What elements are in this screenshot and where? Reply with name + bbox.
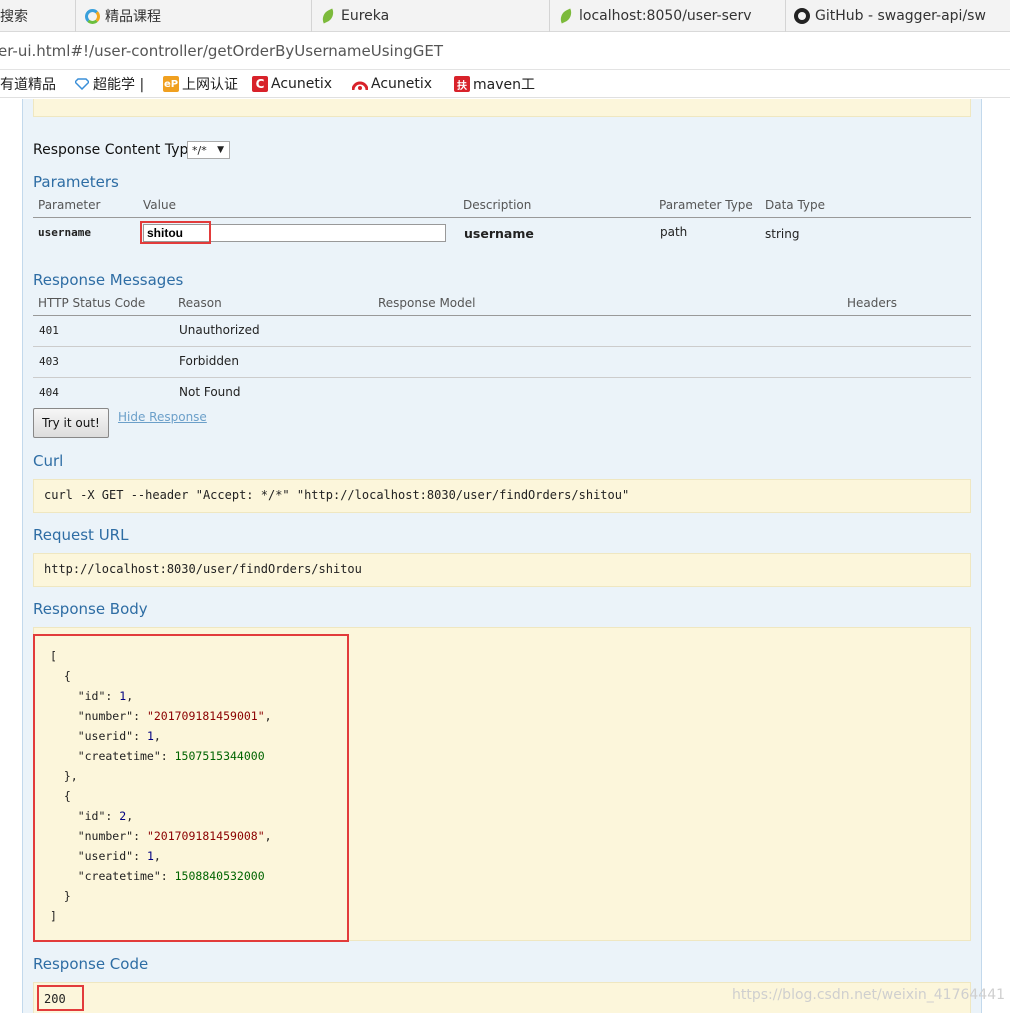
bookmark-label: Acunetix — [271, 76, 333, 92]
bookmark-label: maven工 — [473, 77, 535, 93]
github-icon — [794, 8, 810, 24]
status-reason: Not Found — [179, 385, 241, 399]
bookmarks-bar: 有道精品 超能学 | eP 上网认证 C Acunetix Acunetix 扶… — [0, 70, 1010, 98]
response-body-heading: Response Body — [33, 600, 148, 618]
browser-tab-github[interactable]: GitHub - swagger-api/sw — [786, 0, 1010, 32]
spinner-icon — [84, 8, 100, 24]
tab-label: 搜索 — [0, 9, 28, 25]
col-data-type: Data Type — [765, 198, 826, 212]
request-url-box: http://localhost:8030/user/findOrders/sh… — [33, 553, 971, 587]
status-reason: Unauthorized — [179, 323, 260, 337]
request-url-value: http://localhost:8030/user/findOrders/sh… — [44, 562, 362, 576]
leaf-icon — [557, 8, 575, 24]
bookmark-youdao[interactable]: 有道精品 — [0, 70, 56, 98]
col-http-status: HTTP Status Code — [38, 296, 146, 310]
table-divider — [33, 217, 971, 218]
acunetix-logo-icon — [352, 76, 368, 92]
dropdown-arrow-icon: ▼ — [217, 145, 224, 155]
col-value: Value — [143, 198, 176, 212]
parameters-heading: Parameters — [33, 173, 119, 191]
acunetix-icon: C — [252, 76, 268, 92]
col-parameter: Parameter — [38, 198, 101, 212]
col-parameter-type: Parameter Type — [659, 198, 753, 212]
col-response-model: Response Model — [378, 296, 476, 310]
tab-label: localhost:8050/user-serv — [579, 8, 752, 24]
address-bar[interactable]: er-ui.html#!/user-controller/getOrderByU… — [0, 32, 1010, 70]
model-schema-box — [33, 99, 971, 117]
watermark-text: https://blog.csdn.net/weixin_41764441 — [732, 987, 1006, 1003]
leaf-icon — [319, 8, 337, 24]
response-content-type-select[interactable]: */* ▼ — [187, 141, 230, 159]
hide-response-link[interactable]: Hide Response — [118, 410, 207, 424]
tab-label: 精品课程 — [105, 9, 161, 25]
curl-heading: Curl — [33, 452, 64, 470]
tab-label: Eureka — [341, 8, 390, 24]
status-code: 403 — [39, 355, 59, 368]
bookmark-maven[interactable]: 扶 maven工 — [454, 70, 535, 98]
browser-tab-strip: 搜索 精品课程 Eureka localhost:8050/user-serv … — [0, 0, 1010, 32]
bookmark-chaonengxue[interactable]: 超能学 | — [74, 70, 144, 98]
status-code: 401 — [39, 324, 59, 337]
response-content-type-label: Response Content Type — [33, 142, 197, 158]
col-headers: Headers — [847, 296, 897, 310]
col-reason: Reason — [178, 296, 222, 310]
param-data-type: string — [765, 227, 800, 241]
tab-label: GitHub - swagger-api/sw — [815, 8, 986, 24]
bookmark-acunetix-2[interactable]: Acunetix — [352, 70, 432, 98]
ep-badge-icon: eP — [163, 76, 179, 92]
request-url-heading: Request URL — [33, 526, 129, 544]
select-value: */* — [192, 143, 207, 157]
swagger-page: Response Content Type */* ▼ Parameters P… — [0, 99, 1010, 1013]
highlight-box — [37, 985, 84, 1011]
table-divider — [33, 315, 971, 316]
col-description: Description — [463, 198, 532, 212]
browser-tab-eureka[interactable]: Eureka — [312, 0, 550, 32]
bookmark-network-auth[interactable]: eP 上网认证 — [163, 70, 238, 98]
diamond-icon — [74, 76, 90, 92]
bookmark-label: Acunetix — [371, 76, 433, 92]
row-divider — [33, 377, 971, 378]
param-description: username — [464, 226, 534, 241]
browser-tab-courses[interactable]: 精品课程 — [76, 0, 312, 32]
browser-tab-localhost[interactable]: localhost:8050/user-serv — [550, 0, 786, 32]
bookmark-label: 有道精品 — [0, 77, 56, 93]
try-it-out-button[interactable]: Try it out! — [33, 408, 109, 438]
bookmark-label: 超能学 | — [93, 77, 145, 93]
browser-tab-search[interactable]: 搜索 — [0, 0, 76, 32]
address-url[interactable]: er-ui.html#!/user-controller/getOrderByU… — [0, 42, 443, 60]
param-type: path — [660, 225, 688, 239]
status-code: 404 — [39, 386, 59, 399]
bookmark-label: 上网认证 — [182, 77, 238, 93]
status-reason: Forbidden — [179, 354, 239, 368]
row-divider — [33, 346, 971, 347]
highlight-box — [140, 221, 211, 244]
response-code-heading: Response Code — [33, 955, 149, 973]
bookmark-acunetix-1[interactable]: C Acunetix — [252, 70, 332, 98]
param-name: username — [38, 226, 91, 239]
maven-badge-icon: 扶 — [454, 76, 470, 92]
curl-box: curl -X GET --header "Accept: */*" "http… — [33, 479, 971, 513]
highlight-box — [33, 634, 349, 942]
curl-command: curl -X GET --header "Accept: */*" "http… — [44, 488, 630, 502]
response-messages-heading: Response Messages — [33, 271, 184, 289]
